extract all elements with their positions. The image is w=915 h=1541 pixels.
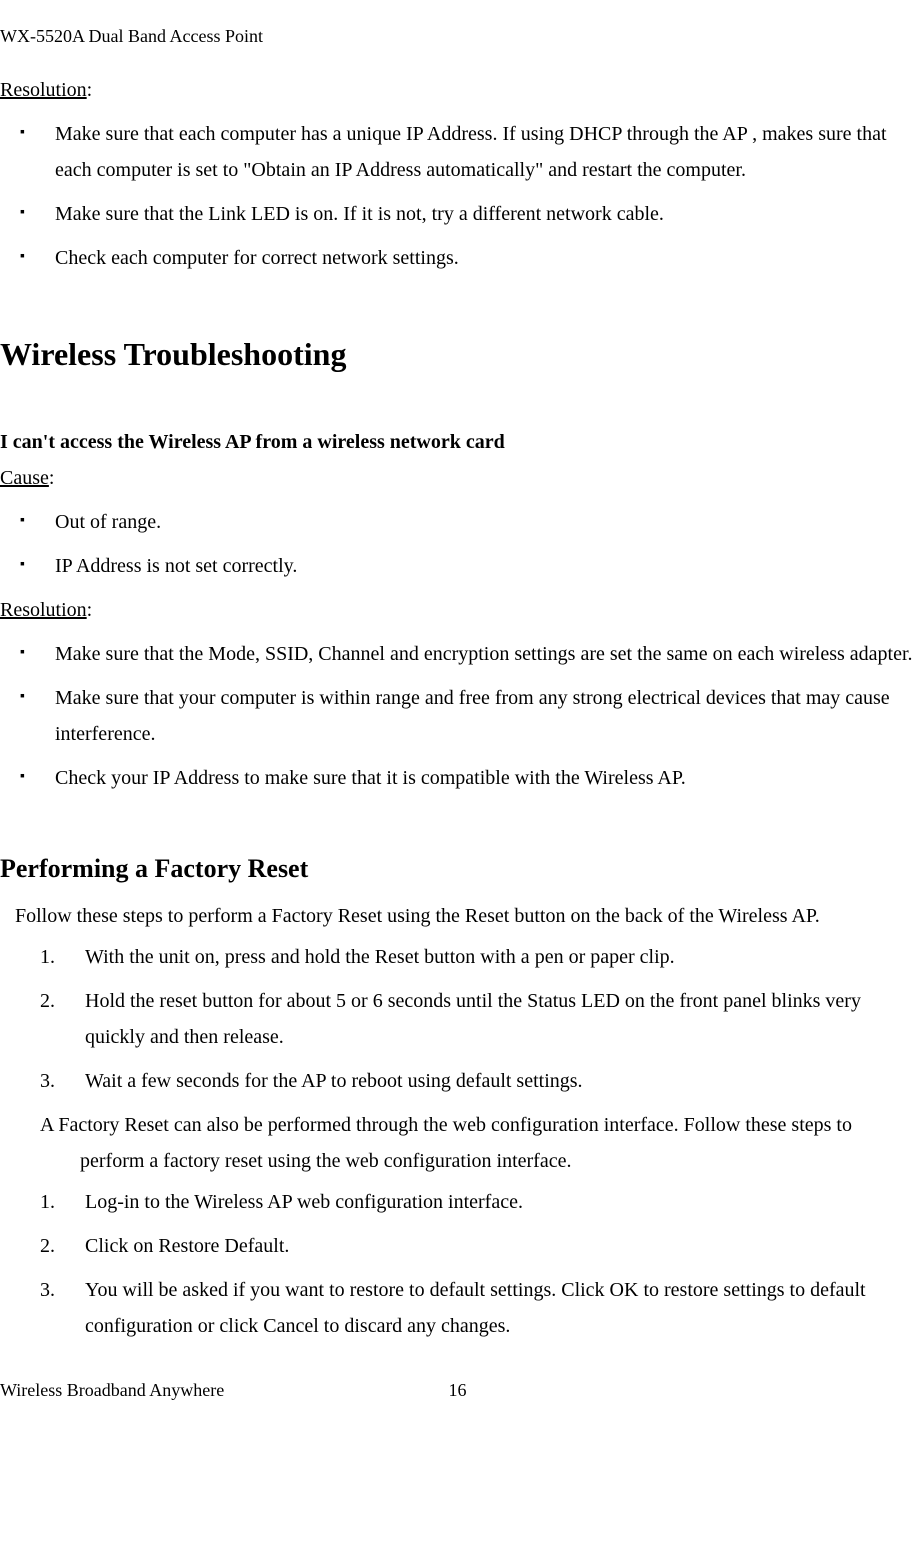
list-number: 1. bbox=[40, 939, 55, 975]
list-number: 3. bbox=[40, 1063, 55, 1099]
factory-mid-text: A Factory Reset can also be performed th… bbox=[40, 1107, 915, 1179]
issue-section: I can't access the Wireless AP from a wi… bbox=[0, 424, 915, 796]
list-item: Make sure that each computer has a uniqu… bbox=[35, 116, 915, 188]
list-text: You will be asked if you want to restore… bbox=[85, 1279, 866, 1337]
list-number: 1. bbox=[40, 1184, 55, 1220]
list-text: Hold the reset button for about 5 or 6 s… bbox=[85, 990, 861, 1048]
factory-steps-1: 1. With the unit on, press and hold the R… bbox=[0, 939, 915, 1099]
colon: : bbox=[49, 467, 55, 489]
heading-factory-reset: Performing a Factory Reset bbox=[0, 846, 915, 893]
factory-steps-2: 1. Log-in to the Wireless AP web configur… bbox=[0, 1184, 915, 1344]
list-text: Click on Restore Default. bbox=[85, 1235, 289, 1257]
heading-wireless-troubleshooting: Wireless Troubleshooting bbox=[0, 326, 915, 384]
list-item: IP Address is not set correctly. bbox=[35, 548, 915, 584]
list-item: 3.You will be asked if you want to resto… bbox=[55, 1272, 915, 1344]
footer-right-spacer bbox=[911, 1374, 915, 1406]
list-number: 2. bbox=[40, 1228, 55, 1264]
colon: : bbox=[87, 79, 93, 101]
footer-left: Wireless Broadband Anywhere bbox=[0, 1374, 224, 1406]
list-item: 1.With the unit on, press and hold the R… bbox=[55, 939, 915, 975]
issue-title: I can't access the Wireless AP from a wi… bbox=[0, 424, 915, 460]
list-number: 2. bbox=[40, 983, 55, 1019]
cause-label: Cause bbox=[0, 467, 49, 489]
list-item: Make sure that the Mode, SSID, Channel a… bbox=[35, 636, 915, 672]
resolution-list-2: Make sure that the Mode, SSID, Channel a… bbox=[0, 636, 915, 796]
page-number: 16 bbox=[449, 1374, 467, 1406]
list-text: Log-in to the Wireless AP web configurat… bbox=[85, 1191, 523, 1213]
list-text: With the unit on, press and hold the Res… bbox=[85, 946, 675, 968]
list-item: Out of range. bbox=[35, 504, 915, 540]
factory-intro: Follow these steps to perform a Factory … bbox=[0, 898, 915, 934]
resolution-list-1: Make sure that each computer has a uniqu… bbox=[0, 116, 915, 276]
resolution-label-2: Resolution bbox=[0, 599, 87, 621]
list-item: Make sure that your computer is within r… bbox=[35, 680, 915, 752]
list-item: Make sure that the Link LED is on. If it… bbox=[35, 196, 915, 232]
list-text: Wait a few seconds for the AP to reboot … bbox=[85, 1070, 583, 1092]
resolution-label: Resolution bbox=[0, 79, 87, 101]
list-item: Check your IP Address to make sure that … bbox=[35, 760, 915, 796]
factory-mid-span: A Factory Reset can also be performed th… bbox=[40, 1114, 852, 1172]
list-item: Check each computer for correct network … bbox=[35, 240, 915, 276]
colon: : bbox=[87, 599, 93, 621]
list-number: 3. bbox=[40, 1272, 55, 1308]
resolution-section-1: Resolution: Make sure that each computer… bbox=[0, 72, 915, 276]
list-item: 3.Wait a few seconds for the AP to reboo… bbox=[55, 1063, 915, 1099]
list-item: 1.Log-in to the Wireless AP web configur… bbox=[55, 1184, 915, 1220]
list-item: 2.Click on Restore Default. bbox=[55, 1228, 915, 1264]
document-footer: Wireless Broadband Anywhere 16 bbox=[0, 1374, 915, 1406]
document-header: WX-5520A Dual Band Access Point bbox=[0, 20, 915, 52]
cause-list: Out of range. IP Address is not set corr… bbox=[0, 504, 915, 584]
list-item: 2.Hold the reset button for about 5 or 6… bbox=[55, 983, 915, 1055]
